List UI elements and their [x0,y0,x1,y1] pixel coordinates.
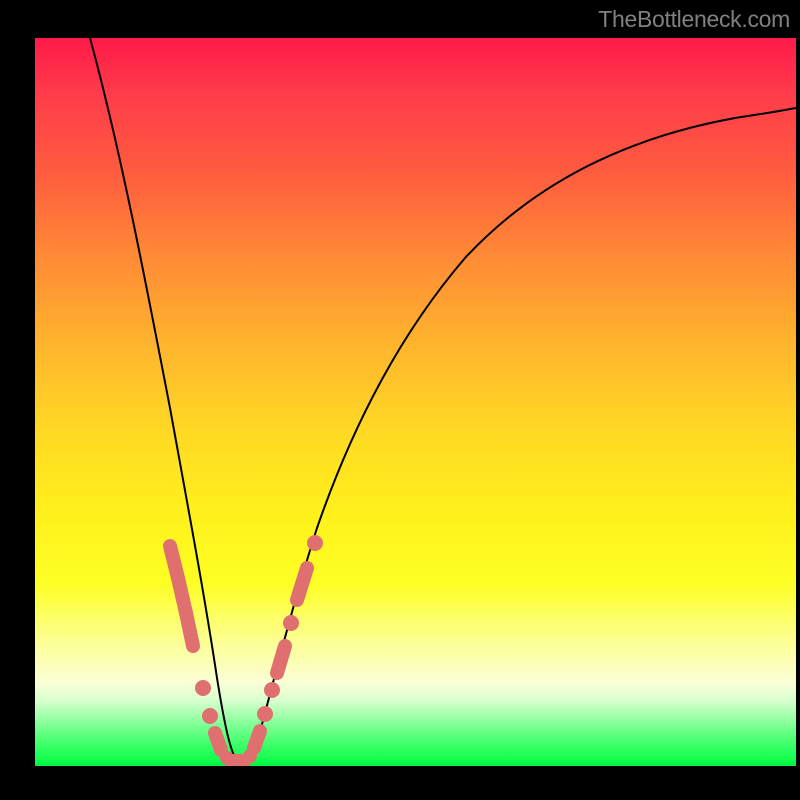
chart-frame: TheBottleneck.com [0,0,800,800]
marker-seg [297,568,307,600]
marker-seg [186,613,193,646]
marker-dot [195,680,211,696]
marker-dot [257,706,273,722]
marker-seg [215,733,221,750]
marker-dot [202,708,218,724]
chart-svg [35,38,796,766]
marker-dot [283,615,299,631]
plot-area [35,38,796,766]
watermark: TheBottleneck.com [598,6,790,33]
bottleneck-curve [90,38,796,761]
marker-dot [307,535,323,551]
marker-seg [277,646,285,673]
marker-dot [264,682,280,698]
marker-seg [254,731,260,748]
marker-group [170,535,323,765]
